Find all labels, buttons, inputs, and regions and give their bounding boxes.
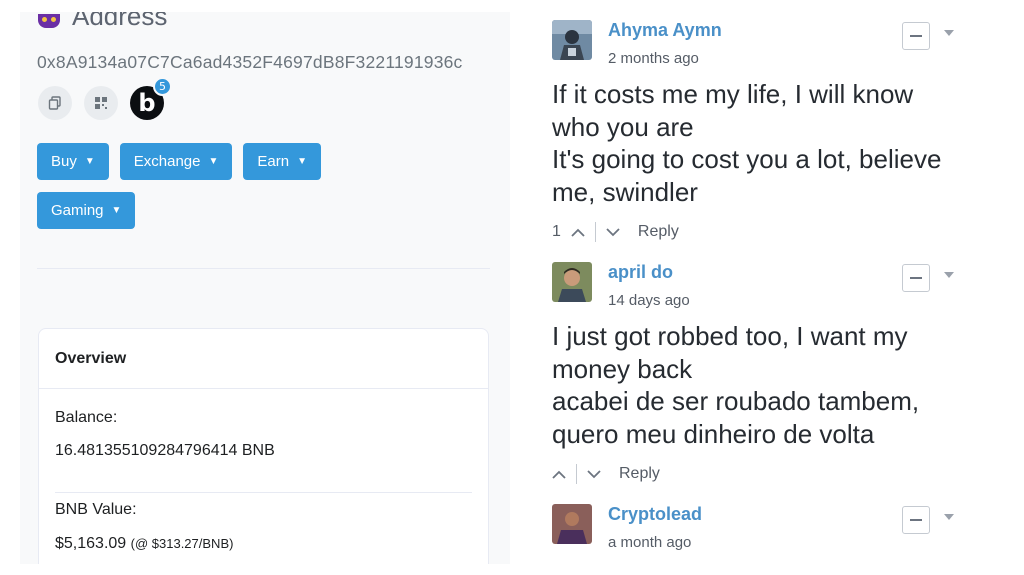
blockscan-logo: b (138, 89, 156, 117)
overview-title: Overview (39, 329, 488, 389)
chevron-up-icon (552, 470, 566, 479)
comment-actions: 1 Reply (552, 222, 679, 242)
comments-panel: Ahyma Aymn 2 months ago If it costs me m… (536, 12, 988, 564)
bnb-value-label: BNB Value: (55, 501, 137, 518)
chevron-down-icon: ▼ (208, 156, 219, 167)
comment-text: If it costs me my life, I will know who … (552, 78, 982, 208)
copy-button[interactable] (38, 86, 72, 120)
address-panel: Address 0x8A9134a07C7Ca6ad4352F4697dB8F3… (20, 12, 510, 564)
comment-item: Ahyma Aymn 2 months ago If it costs me m… (552, 20, 972, 242)
comment-actions: Reply (552, 464, 660, 484)
comment-item: Cryptolead a month ago (552, 504, 972, 564)
collapse-comment-button[interactable] (902, 506, 930, 534)
chevron-down-icon: ▼ (111, 205, 122, 216)
reply-link[interactable]: Reply (638, 223, 679, 241)
bnb-value: $5,163.09 (55, 535, 127, 552)
comment-line: money back (552, 353, 693, 384)
comment-line: I just got robbed too, I want my (552, 321, 908, 351)
action-buttons-row-2: Gaming ▼ (37, 192, 136, 229)
section-divider (37, 268, 490, 269)
comment-author[interactable]: Ahyma Aymn (608, 20, 722, 41)
comment-timestamp[interactable]: 2 months ago (608, 50, 699, 67)
vote-count: 1 (552, 223, 561, 240)
gaming-label: Gaming (51, 202, 104, 219)
qr-code-icon (95, 97, 107, 109)
balance-label: Balance: (55, 409, 118, 426)
comment-timestamp[interactable]: 14 days ago (608, 292, 690, 309)
minus-icon (910, 519, 922, 521)
downvote-chevron-icon[interactable] (587, 469, 601, 479)
downvote-chevron-icon[interactable] (606, 227, 620, 237)
avatar (552, 20, 592, 60)
comment-timestamp[interactable]: a month ago (608, 534, 691, 551)
comment-menu-caret-icon[interactable] (944, 514, 954, 520)
comment-line: quero meu dinheiro de volta (552, 418, 875, 449)
comment-line: me, swindler (552, 176, 698, 207)
comment-line: acabei de ser roubado tambem, (552, 386, 920, 416)
blockscan-chat-button[interactable]: b 5 (130, 77, 172, 120)
comment-text: I just got robbed too, I want my money b… (552, 320, 982, 450)
comment-line: who you are (552, 111, 694, 142)
gaming-dropdown-button[interactable]: Gaming ▼ (37, 192, 136, 229)
collapse-comment-button[interactable] (902, 264, 930, 292)
vote-divider (594, 222, 596, 242)
chevron-down-icon: ▼ (84, 156, 95, 167)
comment-item: april do 14 days ago I just got robbed t… (552, 262, 972, 484)
action-buttons-row-1: Buy ▼ Exchange ▼ Earn ▼ (37, 143, 321, 180)
copy-icon (48, 96, 61, 110)
wallet-logo-icon (38, 14, 60, 28)
address-tools: b 5 (38, 77, 172, 120)
comment-line: If it costs me my life, I will know (552, 79, 914, 109)
qr-code-button[interactable] (84, 86, 118, 120)
minus-icon (910, 277, 922, 279)
chevron-down-icon: ▼ (297, 156, 307, 167)
bnb-rate: (@ $313.27/BNB) (130, 536, 234, 551)
comment-author[interactable]: april do (608, 262, 673, 283)
collapse-comment-button[interactable] (902, 22, 930, 50)
chevron-up-icon (571, 228, 585, 237)
reply-link[interactable]: Reply (619, 465, 660, 483)
overview-card: Overview Balance: 16.481355109284796414 … (38, 328, 489, 564)
notification-count-badge: 5 (153, 77, 172, 96)
overview-divider (55, 492, 472, 493)
minus-icon (910, 35, 922, 37)
bnb-value-row: $5,163.09 (@ $313.27/BNB) (55, 535, 233, 553)
balance-value: 16.481355109284796414 BNB (55, 442, 275, 459)
exchange-label: Exchange (133, 153, 201, 170)
upvote-button[interactable]: 1 (552, 223, 585, 241)
comment-menu-caret-icon[interactable] (944, 272, 954, 278)
address-header: Address (38, 12, 167, 30)
comment-menu-caret-icon[interactable] (944, 30, 954, 36)
buy-dropdown-button[interactable]: Buy ▼ (37, 143, 109, 180)
avatar (552, 504, 592, 544)
address-title: Address (72, 12, 168, 30)
upvote-button[interactable] (552, 470, 566, 479)
comment-author[interactable]: Cryptolead (608, 504, 702, 525)
avatar (552, 262, 592, 302)
comment-line: It's going to cost you a lot, believe (552, 144, 942, 174)
vote-divider (576, 464, 577, 484)
buy-label: Buy (51, 153, 77, 170)
earn-label: Earn (257, 153, 290, 170)
address-hash: 0x8A9134a07C7Ca6ad4352F4697dB8F322119193… (37, 52, 463, 72)
earn-dropdown-button[interactable]: Earn ▼ (243, 143, 321, 180)
exchange-dropdown-button[interactable]: Exchange ▼ (119, 143, 233, 180)
